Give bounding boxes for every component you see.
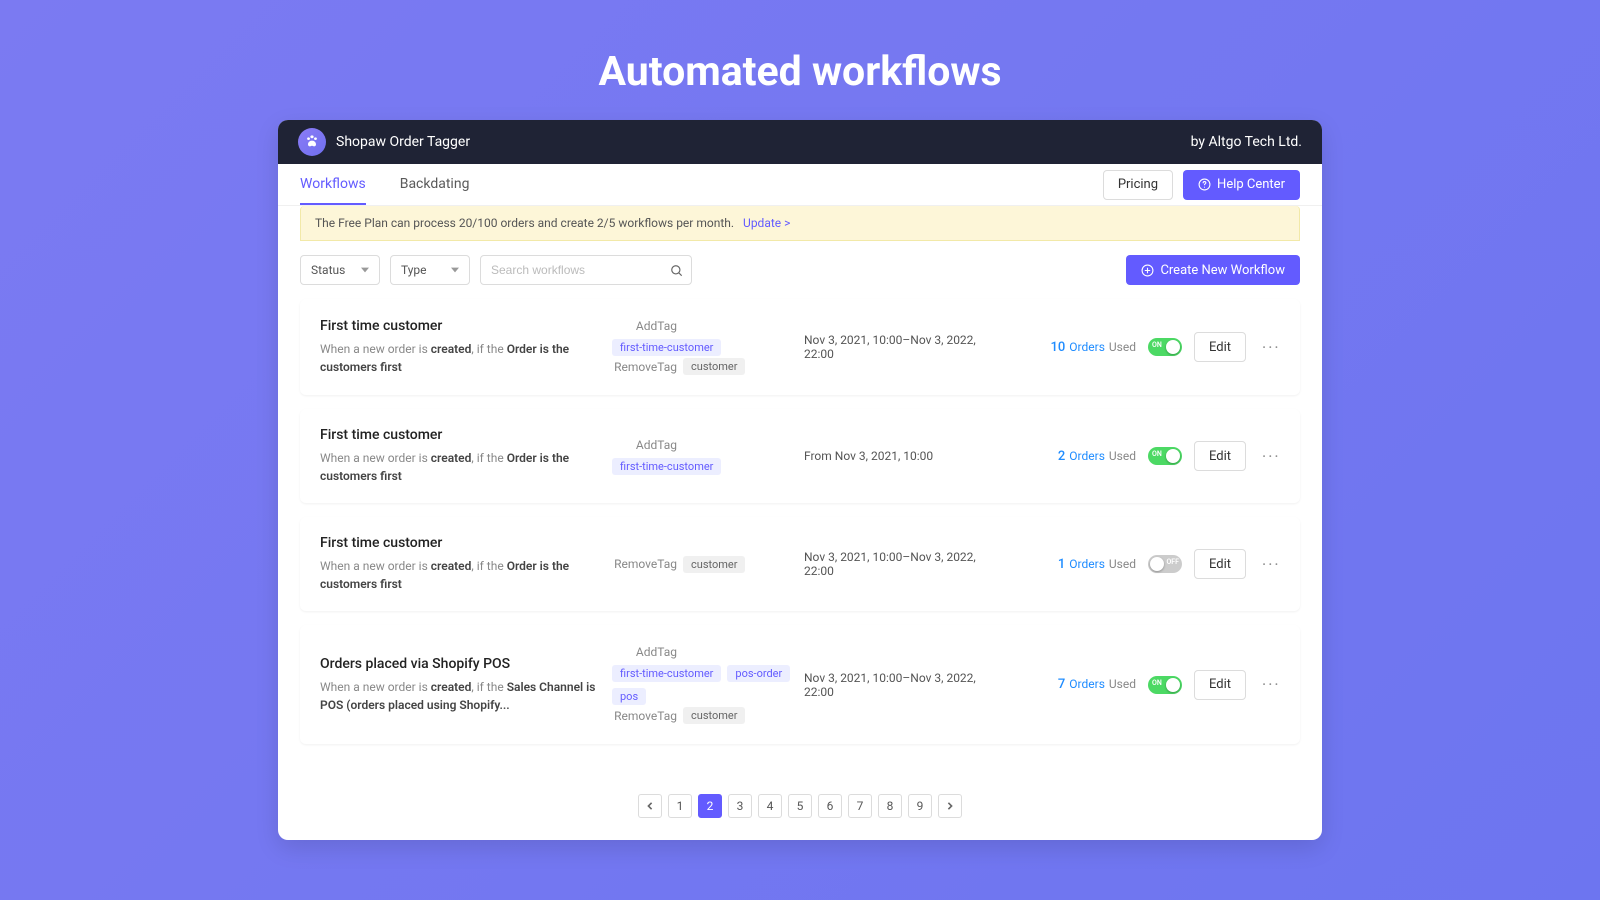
toggle-knob bbox=[1150, 557, 1164, 571]
page-1-button[interactable]: 1 bbox=[668, 794, 692, 818]
remove-tag-label: RemoveTag bbox=[612, 360, 677, 374]
workflow-description: When a new order is created, if the Orde… bbox=[320, 340, 600, 376]
plus-circle-icon bbox=[1141, 264, 1154, 277]
type-select-label: Type bbox=[401, 263, 427, 277]
page-next-button[interactable] bbox=[938, 794, 962, 818]
page-2-button[interactable]: 2 bbox=[698, 794, 722, 818]
workflow-toggle[interactable] bbox=[1148, 338, 1182, 356]
add-tag-label: AddTag bbox=[612, 645, 677, 659]
add-tag-label: AddTag bbox=[612, 319, 677, 333]
status-select-label: Status bbox=[311, 263, 345, 277]
hero-title: Automated workflows bbox=[598, 48, 1001, 96]
page-5-button[interactable]: 5 bbox=[788, 794, 812, 818]
page-9-button[interactable]: 9 bbox=[908, 794, 932, 818]
workflow-usage: 2 Orders Used bbox=[1006, 449, 1136, 464]
workflow-usage: 7 Orders Used bbox=[1006, 677, 1136, 692]
app-title: Shopaw Order Tagger bbox=[336, 134, 470, 150]
add-tag-label: AddTag bbox=[612, 438, 677, 452]
page-8-button[interactable]: 8 bbox=[878, 794, 902, 818]
tag-chip: pos bbox=[612, 688, 646, 705]
more-icon[interactable]: ··· bbox=[1258, 555, 1285, 574]
plan-update-link[interactable]: Update > bbox=[743, 216, 790, 230]
workflow-title: First time customer bbox=[320, 535, 600, 551]
nav-row: Workflows Backdating Pricing Help Center bbox=[278, 164, 1322, 206]
workflow-tags: AddTag first-time-customer RemoveTag custom… bbox=[612, 317, 792, 377]
app-header: Shopaw Order Tagger by Altgo Tech Ltd. bbox=[278, 120, 1322, 164]
search-icon bbox=[670, 263, 684, 277]
app-logo-icon bbox=[298, 128, 326, 156]
type-select[interactable]: Type bbox=[390, 255, 470, 285]
tag-chip: first-time-customer bbox=[612, 458, 721, 475]
workflow-card: First time customer When a new order is c… bbox=[300, 517, 1300, 611]
workflow-card: First time customer When a new order is c… bbox=[300, 409, 1300, 503]
chevron-down-icon bbox=[361, 266, 369, 274]
nav-actions: Pricing Help Center bbox=[1103, 170, 1300, 200]
workflow-tags: AddTag first-time-customer bbox=[612, 436, 792, 477]
workflow-date-range: Nov 3, 2021, 10:00–Nov 3, 2022, 22:00 bbox=[804, 671, 994, 699]
tag-chip: first-time-customer bbox=[612, 339, 721, 356]
workflow-toggle[interactable] bbox=[1148, 447, 1182, 465]
tag-chip: pos-order bbox=[727, 665, 790, 682]
workflow-date-range: From Nov 3, 2021, 10:00 bbox=[804, 449, 994, 463]
nav-tabs: Workflows Backdating bbox=[300, 164, 469, 205]
tag-chip: first-time-customer bbox=[612, 665, 721, 682]
app-header-left: Shopaw Order Tagger bbox=[298, 128, 470, 156]
toggle-knob bbox=[1166, 449, 1180, 463]
help-icon bbox=[1198, 178, 1211, 191]
help-center-label: Help Center bbox=[1217, 177, 1285, 192]
more-icon[interactable]: ··· bbox=[1258, 447, 1285, 466]
tab-workflows[interactable]: Workflows bbox=[300, 164, 366, 205]
search-wrap bbox=[480, 255, 692, 285]
toolbar: Status Type Create New Workflow bbox=[278, 241, 1322, 299]
workflow-card: First time customer When a new order is c… bbox=[300, 299, 1300, 395]
workflow-toggle[interactable] bbox=[1148, 555, 1182, 573]
pricing-button[interactable]: Pricing bbox=[1103, 170, 1173, 200]
workflow-toggle[interactable] bbox=[1148, 676, 1182, 694]
remove-tag-label: RemoveTag bbox=[612, 709, 677, 723]
plan-notice: The Free Plan can process 20/100 orders … bbox=[300, 206, 1300, 241]
tag-chip: customer bbox=[683, 707, 745, 724]
workflow-title: First time customer bbox=[320, 318, 600, 334]
workflow-list: First time customer When a new order is c… bbox=[278, 299, 1322, 778]
page-prev-button[interactable] bbox=[638, 794, 662, 818]
app-card: Shopaw Order Tagger by Altgo Tech Ltd. W… bbox=[278, 120, 1322, 840]
workflow-date-range: Nov 3, 2021, 10:00–Nov 3, 2022, 22:00 bbox=[804, 333, 994, 361]
more-icon[interactable]: ··· bbox=[1258, 675, 1285, 694]
edit-button[interactable]: Edit bbox=[1194, 332, 1246, 362]
page-3-button[interactable]: 3 bbox=[728, 794, 752, 818]
remove-tag-label: RemoveTag bbox=[612, 557, 677, 571]
workflow-tags: AddTag first-time-customer pos-order pos Rem… bbox=[612, 643, 792, 726]
workflow-tags: RemoveTag customer bbox=[612, 554, 792, 575]
create-workflow-button[interactable]: Create New Workflow bbox=[1126, 255, 1300, 285]
status-select[interactable]: Status bbox=[300, 255, 380, 285]
edit-button[interactable]: Edit bbox=[1194, 549, 1246, 579]
edit-button[interactable]: Edit bbox=[1194, 670, 1246, 700]
workflow-description: When a new order is created, if the Orde… bbox=[320, 449, 600, 485]
workflow-description: When a new order is created, if the Sale… bbox=[320, 678, 600, 714]
workflow-date-range: Nov 3, 2021, 10:00–Nov 3, 2022, 22:00 bbox=[804, 550, 994, 578]
page-4-button[interactable]: 4 bbox=[758, 794, 782, 818]
edit-button[interactable]: Edit bbox=[1194, 441, 1246, 471]
tab-backdating[interactable]: Backdating bbox=[400, 164, 470, 205]
toggle-knob bbox=[1166, 678, 1180, 692]
tag-chip: customer bbox=[683, 358, 745, 375]
workflow-description: When a new order is created, if the Orde… bbox=[320, 557, 600, 593]
chevron-down-icon bbox=[451, 266, 459, 274]
workflow-usage: 1 Orders Used bbox=[1006, 557, 1136, 572]
tag-chip: customer bbox=[683, 556, 745, 573]
workflow-usage: 10 Orders Used bbox=[1006, 340, 1136, 355]
plan-notice-text: The Free Plan can process 20/100 orders … bbox=[315, 216, 734, 230]
toggle-knob bbox=[1166, 340, 1180, 354]
workflow-title: First time customer bbox=[320, 427, 600, 443]
workflow-card: Orders placed via Shopify POS When a new … bbox=[300, 625, 1300, 744]
search-input[interactable] bbox=[480, 255, 692, 285]
help-center-button[interactable]: Help Center bbox=[1183, 170, 1300, 200]
app-byline: by Altgo Tech Ltd. bbox=[1191, 134, 1302, 150]
create-workflow-label: Create New Workflow bbox=[1160, 263, 1285, 278]
more-icon[interactable]: ··· bbox=[1258, 338, 1285, 357]
page-7-button[interactable]: 7 bbox=[848, 794, 872, 818]
workflow-title: Orders placed via Shopify POS bbox=[320, 656, 600, 672]
page-6-button[interactable]: 6 bbox=[818, 794, 842, 818]
pagination: 123456789 bbox=[278, 778, 1322, 840]
